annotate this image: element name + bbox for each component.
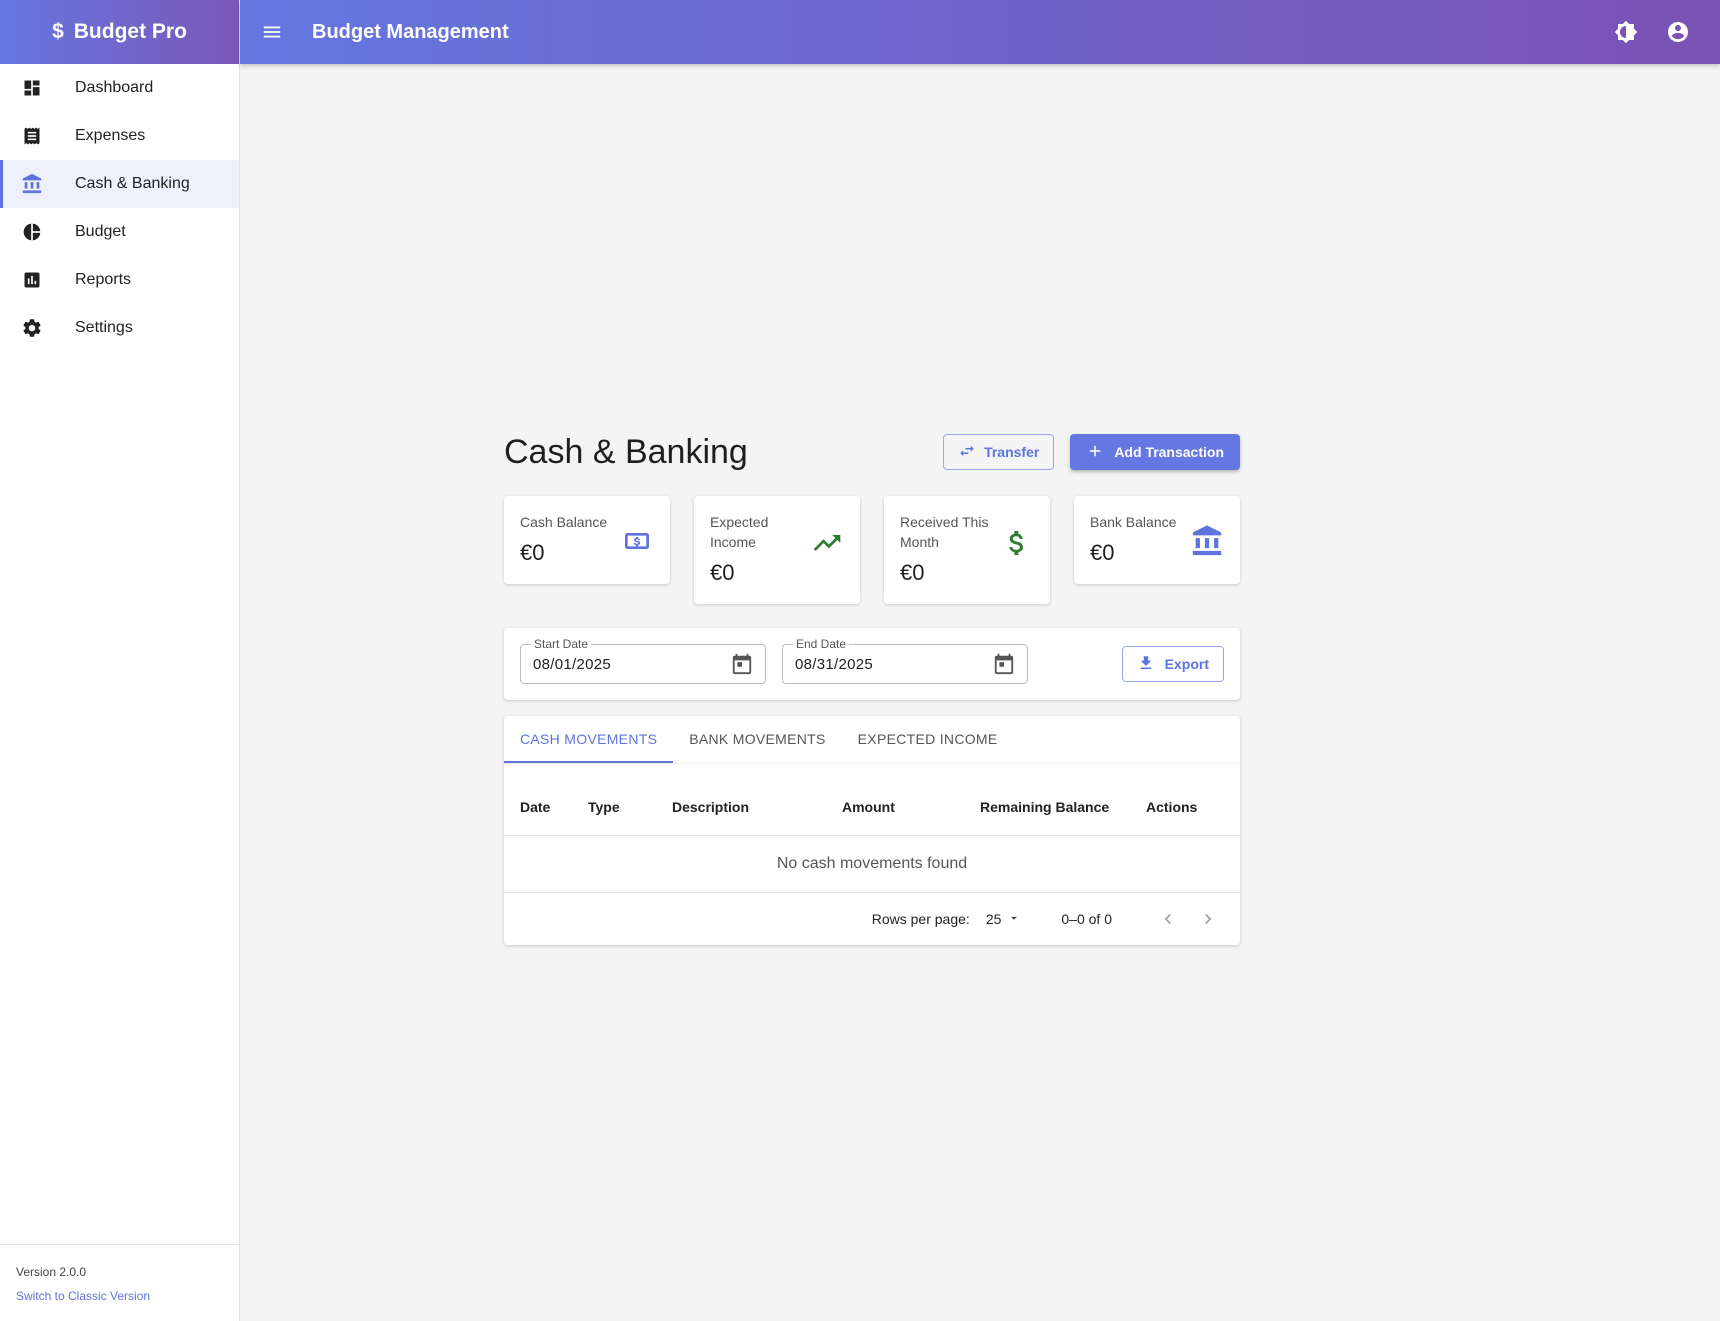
sidebar-item-label: Reports bbox=[75, 271, 132, 288]
card-value: €0 bbox=[710, 560, 735, 585]
account-icon[interactable] bbox=[1666, 20, 1690, 44]
sidebar-item-label: Expenses bbox=[75, 127, 146, 144]
top-app-bar: Budget Management bbox=[240, 0, 1720, 64]
app-name: Budget Pro bbox=[73, 20, 187, 43]
header-title: Budget Management bbox=[312, 20, 509, 43]
bank-icon bbox=[1190, 524, 1224, 558]
trending-up-icon bbox=[810, 526, 844, 560]
menu-icon[interactable] bbox=[260, 20, 284, 44]
brand[interactable]: $ Budget Pro bbox=[0, 0, 239, 64]
money-icon bbox=[620, 524, 654, 558]
calendar-icon[interactable] bbox=[993, 653, 1015, 675]
movements-card: CASH MOVEMENTS BANK MOVEMENTS EXPECTED I… bbox=[504, 716, 1240, 945]
summary-cards: Cash Balance €0 Expected Income €0 Recei… bbox=[504, 496, 1240, 604]
card-label: Cash Balance bbox=[520, 514, 608, 530]
sidebar-item-budget[interactable]: Budget bbox=[0, 208, 239, 256]
card-label: Expected Income bbox=[710, 514, 769, 550]
sidebar-item-label: Dashboard bbox=[75, 79, 154, 96]
column-date[interactable]: Date bbox=[504, 799, 588, 815]
sidebar-item-dashboard[interactable]: Dashboard bbox=[0, 64, 239, 112]
calendar-icon[interactable] bbox=[731, 653, 753, 675]
rows-per-page-select[interactable]: 25 bbox=[986, 911, 1022, 928]
receipt-icon bbox=[21, 125, 43, 147]
page-title: Cash & Banking bbox=[504, 432, 748, 471]
sidebar-item-expenses[interactable]: Expenses bbox=[0, 112, 239, 160]
column-actions: Actions bbox=[1146, 799, 1198, 815]
received-this-month-card: Received This Month €0 bbox=[884, 496, 1050, 604]
transfer-label: Transfer bbox=[984, 444, 1040, 460]
bank-balance-card: Bank Balance €0 bbox=[1074, 496, 1240, 584]
page-range: 0–0 of 0 bbox=[1061, 911, 1112, 927]
rows-per-page-value: 25 bbox=[985, 911, 1002, 927]
sidebar-item-label: Settings bbox=[75, 319, 133, 336]
column-description[interactable]: Description bbox=[672, 799, 842, 815]
header-actions bbox=[1614, 20, 1690, 44]
dollar-icon bbox=[1000, 526, 1034, 560]
previous-page-icon[interactable] bbox=[1154, 905, 1182, 933]
table-pagination: Rows per page: 25 0–0 of 0 bbox=[504, 893, 1240, 945]
start-date-label: Start Date bbox=[531, 637, 592, 651]
sidebar-item-label: Budget bbox=[75, 223, 126, 240]
tab-cash-movements[interactable]: CASH MOVEMENTS bbox=[504, 716, 674, 763]
cash-balance-card: Cash Balance €0 bbox=[504, 496, 670, 584]
card-label: Bank Balance bbox=[1090, 514, 1177, 530]
add-transaction-button[interactable]: Add Transaction bbox=[1070, 434, 1240, 470]
caret-down-icon bbox=[1007, 911, 1021, 928]
sidebar-nav: Dashboard Expenses Cash & Banking Budget… bbox=[0, 64, 239, 352]
bar-chart-icon bbox=[21, 269, 43, 291]
plus-icon bbox=[1086, 442, 1104, 463]
download-icon bbox=[1137, 654, 1155, 675]
sidebar-item-settings[interactable]: Settings bbox=[0, 304, 239, 352]
movement-tabs: CASH MOVEMENTS BANK MOVEMENTS EXPECTED I… bbox=[504, 716, 1240, 764]
card-value: €0 bbox=[900, 560, 925, 585]
table-header: Date Type Description Amount Remaining B… bbox=[504, 764, 1240, 836]
sidebar-item-cash-banking[interactable]: Cash & Banking bbox=[0, 160, 239, 208]
sidebar-item-reports[interactable]: Reports bbox=[0, 256, 239, 304]
pie-chart-icon bbox=[21, 221, 43, 243]
next-page-icon[interactable] bbox=[1194, 905, 1222, 933]
sidebar-item-label: Cash & Banking bbox=[75, 175, 190, 192]
switch-classic-link[interactable]: Switch to Classic Version bbox=[16, 1289, 223, 1303]
bank-icon bbox=[21, 173, 43, 195]
empty-state-message: No cash movements found bbox=[504, 836, 1240, 893]
column-remaining-balance[interactable]: Remaining Balance bbox=[980, 799, 1146, 815]
start-date-field[interactable]: Start Date 08/01/2025 bbox=[520, 637, 766, 684]
sidebar-footer: Version 2.0.0 Switch to Classic Version bbox=[0, 1244, 239, 1321]
dollar-icon: $ bbox=[52, 20, 64, 43]
main-content: Cash & Banking Transfer Add Transaction … bbox=[504, 430, 1240, 945]
tab-bank-movements[interactable]: BANK MOVEMENTS bbox=[673, 716, 841, 763]
date-filter-bar: Start Date 08/01/2025 End Date 08/31/202… bbox=[504, 628, 1240, 700]
end-date-label: End Date bbox=[793, 637, 850, 651]
transfer-button[interactable]: Transfer bbox=[943, 434, 1055, 470]
start-date-value[interactable]: 08/01/2025 bbox=[533, 656, 611, 673]
add-transaction-label: Add Transaction bbox=[1114, 444, 1224, 460]
column-type[interactable]: Type bbox=[588, 799, 672, 815]
end-date-field[interactable]: End Date 08/31/2025 bbox=[782, 637, 1028, 684]
title-row: Cash & Banking Transfer Add Transaction bbox=[504, 430, 1240, 474]
swap-icon bbox=[958, 442, 976, 463]
version-label: Version 2.0.0 bbox=[16, 1265, 87, 1279]
expected-income-card: Expected Income €0 bbox=[694, 496, 860, 604]
card-label: Received This Month bbox=[900, 514, 989, 550]
export-label: Export bbox=[1164, 656, 1209, 672]
export-button[interactable]: Export bbox=[1121, 646, 1224, 682]
end-date-value[interactable]: 08/31/2025 bbox=[795, 656, 873, 673]
sidebar: $ Budget Pro Dashboard Expenses Cash & B… bbox=[0, 0, 240, 1321]
column-amount[interactable]: Amount bbox=[842, 799, 980, 815]
gear-icon bbox=[21, 317, 43, 339]
title-actions: Transfer Add Transaction bbox=[943, 434, 1240, 470]
tab-expected-income[interactable]: EXPECTED INCOME bbox=[842, 716, 1014, 763]
rows-per-page-label: Rows per page: bbox=[871, 911, 970, 927]
theme-toggle-icon[interactable] bbox=[1614, 20, 1638, 44]
dashboard-icon bbox=[21, 77, 43, 99]
